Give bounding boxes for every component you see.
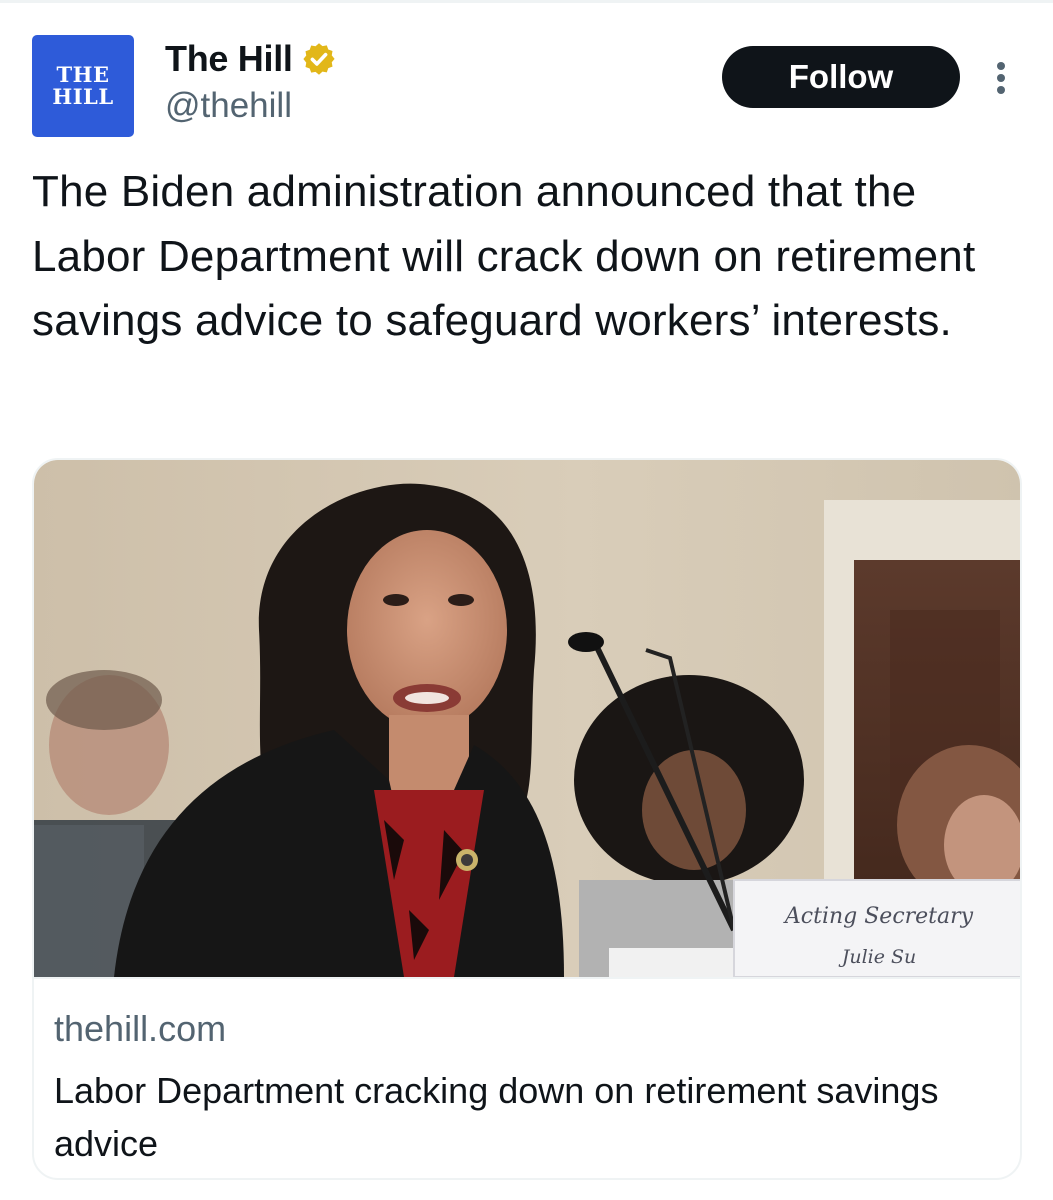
more-dot-1 — [997, 62, 1005, 70]
author-handle[interactable]: @thehill — [165, 86, 292, 126]
avatar[interactable]: THE HILL — [32, 35, 134, 137]
avatar-logo-line-2: HILL — [52, 84, 114, 109]
more-vertical-icon[interactable] — [986, 58, 1016, 98]
author-name-row: The Hill — [165, 36, 337, 82]
card-domain: thehill.com — [54, 1008, 227, 1049]
avatar-logo-line-1: THE — [56, 62, 110, 87]
more-dot-2 — [997, 74, 1005, 82]
placard-line-2: Julie Su — [838, 946, 917, 968]
author-display-name[interactable]: The Hill — [165, 38, 293, 80]
top-divider — [0, 0, 1053, 3]
verified-badge-icon — [303, 43, 335, 75]
link-card[interactable]: Acting Secretary Julie Su thehill.com La… — [32, 458, 1022, 1180]
card-image[interactable]: Acting Secretary Julie Su — [34, 460, 1022, 977]
follow-button[interactable]: Follow — [722, 46, 960, 108]
card-divider — [34, 977, 1020, 979]
placard-line-1: Acting Secretary — [783, 904, 974, 929]
more-dot-3 — [997, 86, 1005, 94]
card-title[interactable]: Labor Department cracking down on retire… — [54, 1064, 994, 1170]
tweet-text: The Biden administration announced that … — [32, 167, 976, 345]
